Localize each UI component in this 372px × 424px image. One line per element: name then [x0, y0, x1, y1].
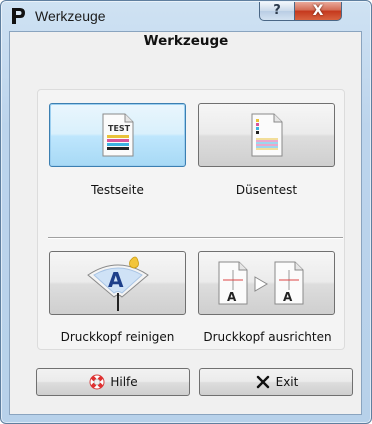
exit-button-label: Exit	[275, 375, 299, 389]
alignment-after-text: A	[283, 290, 293, 304]
head-cleaning-icon: A	[86, 256, 149, 311]
window-title: Werkzeuge	[35, 8, 106, 24]
head-alignment-icon: A A	[218, 261, 303, 305]
group-divider	[48, 237, 343, 239]
x-icon	[256, 375, 269, 389]
nozzle-check-button[interactable]	[198, 103, 335, 167]
lifebuoy-icon	[89, 374, 105, 390]
help-button[interactable]: Hilfe	[36, 368, 190, 396]
nozzle-check-icon	[251, 113, 282, 157]
head-cleaning-icon-text: A	[108, 268, 124, 292]
alignment-before-text: A	[227, 290, 237, 304]
head-alignment-button[interactable]: A A	[198, 251, 335, 315]
test-page-button[interactable]: TEST	[49, 103, 186, 167]
head-alignment-label: Druckkopf ausrichten	[203, 330, 332, 344]
test-page-icon-text: TEST	[108, 124, 131, 133]
printer-app-icon	[12, 8, 25, 24]
head-cleaning-button[interactable]: A	[49, 251, 186, 315]
help-button-label: Hilfe	[110, 375, 138, 389]
close-icon[interactable]: X	[294, 2, 342, 21]
help-icon[interactable]: ?	[259, 2, 295, 21]
dialog-heading: Werkzeuge	[143, 33, 229, 49]
head-cleaning-label: Druckkopf reinigen	[60, 330, 175, 344]
test-page-label: Testseite	[91, 183, 144, 197]
test-page-icon: TEST	[102, 113, 133, 157]
exit-button[interactable]: Exit	[199, 368, 353, 396]
nozzle-check-label: Düsentest	[235, 183, 298, 197]
title-bar[interactable]: Werkzeuge ? X	[1, 1, 371, 31]
